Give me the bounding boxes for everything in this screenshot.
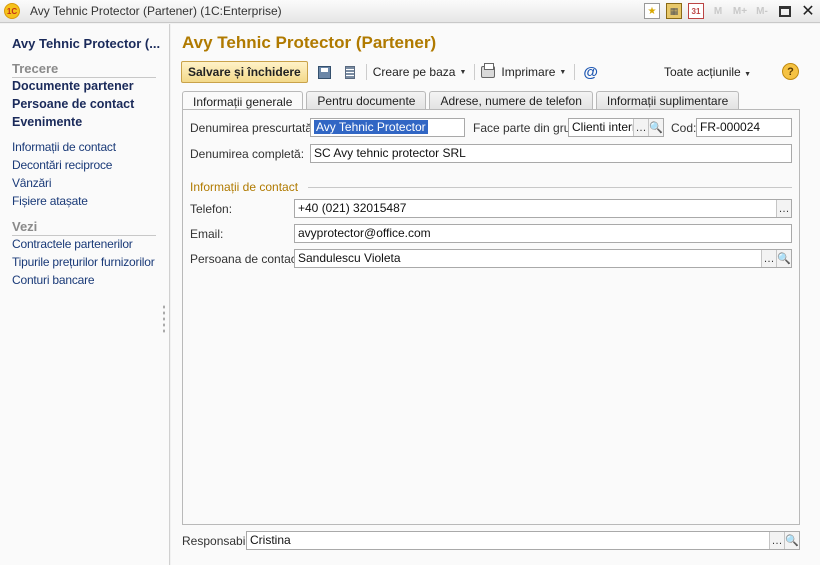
chevron-down-icon: ▼ — [559, 68, 567, 76]
tab-panel-general: Denumirea prescurtată : Avy Tehnic Prote… — [182, 109, 800, 525]
maximize-icon[interactable] — [779, 5, 791, 17]
m-plus-icon[interactable]: M+ — [732, 3, 748, 19]
responsible-input[interactable]: Cristina … 🔍 — [246, 531, 800, 550]
group-label: Face parte din grup: — [473, 121, 581, 135]
printer-icon[interactable] — [481, 63, 496, 78]
toolbar-separator — [474, 64, 476, 80]
ellipsis-icon[interactable]: … — [769, 532, 784, 549]
calculator-icon[interactable]: ▦ — [666, 3, 682, 19]
nav-contractele-partenerilor[interactable]: Contractele partenerilor — [12, 237, 133, 251]
full-name-label: Denumirea completă: — [190, 147, 305, 161]
form-area: Avy Tehnic Protector (Partener) Salvare … — [171, 24, 820, 565]
save-and-close-button[interactable]: Salvare și închidere — [181, 61, 308, 83]
section-vezi: Vezi — [12, 219, 156, 236]
search-icon[interactable]: 🔍 — [648, 119, 663, 136]
nav-panel-title[interactable]: Avy Tehnic Protector (... — [12, 36, 160, 51]
contact-person-value: Sandulescu Violeta — [298, 251, 401, 265]
save-icon[interactable] — [317, 64, 333, 80]
nav-fisiere-atasate[interactable]: Fișiere atașate — [12, 194, 88, 208]
responsible-label: Responsabil: — [182, 534, 252, 548]
print-label: Imprimare — [501, 65, 556, 79]
responsible-value: Cristina — [250, 533, 291, 547]
contact-person-input[interactable]: Sandulescu Violeta … 🔍 — [294, 249, 792, 268]
toolbar-separator — [574, 64, 576, 80]
nav-vanzari[interactable]: Vânzări — [12, 176, 51, 190]
nav-persoane-de-contact[interactable]: Persoane de contact — [12, 97, 134, 111]
nav-decontari-reciproce[interactable]: Decontări reciproce — [12, 158, 112, 172]
nav-conturi-bancare[interactable]: Conturi bancare — [12, 273, 95, 287]
panel-resize-grip[interactable] — [162, 304, 166, 334]
nav-informatii-de-contact[interactable]: Informații de contact — [12, 140, 116, 154]
chevron-down-icon: ▼ — [459, 68, 467, 76]
tab-informatii-suplimentare[interactable]: Informații suplimentare — [595, 91, 740, 110]
close-icon[interactable]: ✕ — [800, 3, 816, 20]
form-toolbar: Salvare și închidere Creare pe baza ▼ Im… — [181, 61, 811, 83]
window-titlebar: 1C Avy Tehnic Protector (Partener) (1C:E… — [0, 0, 820, 23]
section-trecere: Trecere — [12, 61, 156, 78]
tab-informatii-generale[interactable]: Informații generale — [182, 91, 304, 111]
chevron-down-icon: ▼ — [744, 71, 751, 78]
section-divider — [308, 187, 792, 188]
create-based-label: Creare pe baza — [372, 65, 456, 79]
phone-label: Telefon: — [190, 202, 233, 216]
tab-adrese-numere-telefon[interactable]: Adrese, numere de telefon — [429, 91, 593, 110]
tab-pentru-documente[interactable]: Pentru documente — [306, 91, 427, 110]
short-name-input[interactable]: Avy Tehnic Protector — [310, 118, 465, 137]
ellipsis-icon[interactable]: … — [633, 119, 648, 136]
nav-evenimente[interactable]: Evenimente — [12, 115, 82, 129]
short-name-value: Avy Tehnic Protector — [314, 120, 428, 134]
search-icon[interactable]: 🔍 — [776, 250, 791, 267]
create-based-on-dropdown[interactable]: Creare pe baza ▼ — [373, 65, 467, 79]
toolbar-separator — [365, 64, 367, 80]
full-name-input[interactable]: SC Avy tehnic protector SRL — [310, 144, 792, 163]
ellipsis-icon[interactable]: … — [761, 250, 776, 267]
group-value: Clienti interni — [572, 120, 642, 134]
code-input[interactable]: FR-000024 — [696, 118, 792, 137]
group-input[interactable]: Clienti interni … 🔍 — [568, 118, 664, 137]
ellipsis-icon[interactable]: … — [776, 200, 791, 217]
navigation-panel: Avy Tehnic Protector (... Trecere Docume… — [0, 24, 170, 565]
nav-documente-partener[interactable]: Documente partener — [12, 79, 134, 93]
short-name-label: Denumirea prescurtată : — [190, 121, 319, 135]
calendar-icon[interactable]: 31 — [688, 3, 704, 19]
contact-person-label: Persoana de contact: — [190, 252, 304, 266]
code-label: Cod: — [671, 121, 697, 135]
print-dropdown[interactable]: Imprimare ▼ — [501, 65, 566, 79]
favorites-icon[interactable]: ★ — [644, 3, 660, 19]
email-label: Email: — [190, 227, 224, 241]
nav-tipurile-preturilor-furnizorilor[interactable]: Tipurile prețurilor furnizorilor — [12, 255, 155, 269]
list-icon[interactable] — [342, 64, 358, 80]
search-icon[interactable]: 🔍 — [784, 532, 799, 549]
email-at-icon[interactable]: @ — [583, 64, 598, 81]
app-logo-icon[interactable]: 1C — [4, 3, 20, 19]
form-tabs: Informații generale Pentru documente Adr… — [182, 91, 740, 111]
phone-input[interactable]: +40 (021) 32015487 … — [294, 199, 792, 218]
all-actions-label: Toate acțiunile — [664, 65, 741, 79]
m-icon[interactable]: M — [710, 3, 726, 19]
window-title: Avy Tehnic Protector (Partener) (1C:Ente… — [30, 4, 282, 18]
email-input[interactable]: avyprotector@office.com — [294, 224, 792, 243]
full-name-value: SC Avy tehnic protector SRL — [314, 146, 466, 160]
email-value: avyprotector@office.com — [298, 226, 431, 240]
m-minus-icon[interactable]: M- — [754, 3, 770, 19]
all-actions-dropdown[interactable]: Toate acțiunile ▼ — [664, 65, 751, 79]
code-value: FR-000024 — [700, 120, 761, 134]
phone-value: +40 (021) 32015487 — [298, 201, 407, 215]
help-icon[interactable]: ? — [782, 63, 799, 80]
form-title: Avy Tehnic Protector (Partener) — [182, 33, 437, 52]
